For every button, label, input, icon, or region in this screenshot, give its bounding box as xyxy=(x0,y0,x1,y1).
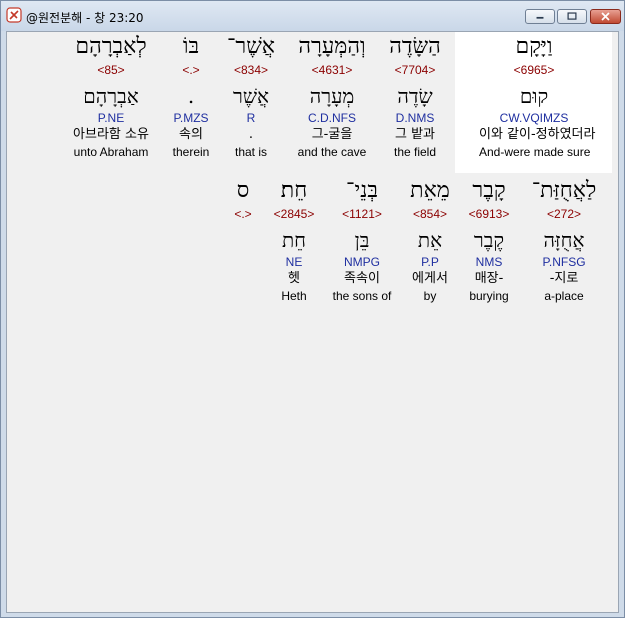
word-block[interactable]: ס <.> xyxy=(188,176,298,304)
hebrew-word: לְאַבְרָהָם xyxy=(75,34,147,59)
korean-gloss: 이와 같이-정하였더라 xyxy=(479,127,596,142)
app-icon[interactable] xyxy=(6,7,22,23)
word-block[interactable]: וַיָּקָם <6965> קוּם CW.VQIMZS 이와 같이-정하였… xyxy=(479,32,596,160)
minimize-button[interactable] xyxy=(525,9,555,24)
korean-gloss: 아브라함 소유 xyxy=(73,127,149,142)
hebrew-word: ס xyxy=(236,178,250,203)
english-gloss: And-were made sure xyxy=(479,145,591,159)
word-block[interactable]: לְאַבְרָהָם <85> אַבְרָהָם P.NE 아브라함 소유 … xyxy=(56,32,166,160)
english-gloss: unto Abraham xyxy=(73,145,149,159)
window-title: @원전분해 - 창 23:20 xyxy=(26,11,144,25)
english-gloss xyxy=(188,288,298,304)
hebrew-word: וַיָּקָם xyxy=(515,34,553,59)
lexeme: אַבְרָהָם xyxy=(83,84,139,108)
korean-gloss xyxy=(188,270,298,288)
close-icon xyxy=(601,12,610,21)
minimize-icon xyxy=(536,16,544,19)
maximize-button[interactable] xyxy=(557,9,587,24)
title-bar[interactable]: @원전분해 - 창 23:20 xyxy=(1,1,624,31)
lexeme: קוּם xyxy=(519,84,549,108)
lexeme xyxy=(188,226,298,254)
strong-number[interactable]: <85> xyxy=(56,62,166,78)
interlinear-pane[interactable]: וַיָּקָם <6965> קוּם CW.VQIMZS 이와 같이-정하였… xyxy=(6,31,619,613)
close-button[interactable] xyxy=(590,9,621,24)
app-window: @원전분해 - 창 23:20 וַיָּקָם <6965> קוּם CW.… xyxy=(0,0,625,618)
parsing-code: P.NE xyxy=(97,111,125,125)
strong-number[interactable]: <.> xyxy=(188,206,298,222)
maximize-icon xyxy=(567,12,577,20)
parsing-code: CW.VQIMZS xyxy=(499,111,569,125)
parsing-code xyxy=(188,254,298,270)
strong-number[interactable]: <6965> xyxy=(479,62,589,78)
